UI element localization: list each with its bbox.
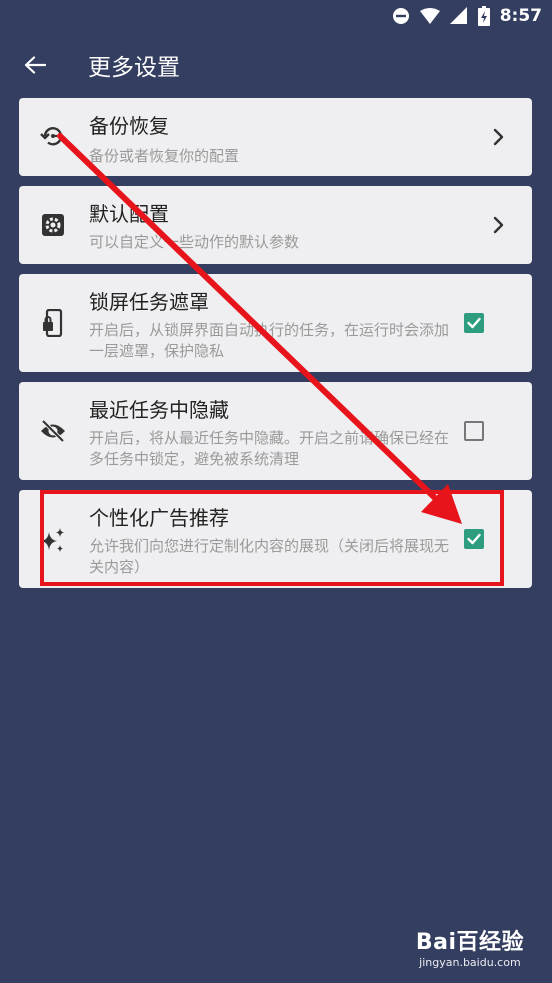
hide-in-recents-checkbox[interactable] — [464, 421, 484, 441]
setting-description: 备份或者恢复你的配置 — [89, 147, 240, 165]
status-bar: 8:57 — [0, 0, 552, 32]
gear-icon — [39, 211, 67, 239]
watermark-url: jingyan.baidu.com — [419, 956, 521, 969]
setting-title: 个性化广告推荐 — [89, 506, 229, 530]
check-icon — [467, 317, 481, 329]
page-title: 更多设置 — [88, 55, 180, 81]
phone-lock-icon — [39, 309, 67, 337]
backup-restore-icon — [39, 122, 67, 150]
do-not-disturb-icon — [392, 8, 409, 24]
status-time: 8:57 — [499, 6, 542, 26]
personalized-ads-checkbox[interactable] — [464, 529, 484, 549]
sparkle-icon — [39, 526, 67, 554]
setting-description: 开启后，将从最近任务中隐藏。开启之前请确保已经在多任务中锁定，避免被系统清理 — [89, 429, 450, 468]
setting-hide-in-recents[interactable]: 最近任务中隐藏 开启后，将从最近任务中隐藏。开启之前请确保已经在多任务中锁定，避… — [19, 382, 532, 480]
app-bar: 更多设置 — [0, 36, 552, 94]
setting-title: 备份恢复 — [89, 114, 169, 138]
setting-description: 允许我们向您进行定制化内容的展现（关闭后将展现无关内容） — [89, 537, 450, 576]
setting-description: 开启后，从锁屏界面自动执行的任务，在运行时会添加一层遮罩，保护隐私 — [89, 321, 450, 360]
signal-icon — [449, 7, 467, 24]
eye-off-icon — [39, 417, 67, 445]
baidu-jingyan-watermark: Bai百经验 jingyan.baidu.com — [416, 924, 524, 969]
chevron-right-icon — [493, 128, 504, 146]
setting-default-config[interactable]: 默认配置 可以自定义一些动作的默认参数 — [19, 186, 532, 264]
arrow-left-icon — [24, 56, 46, 74]
setting-lockscreen-mask[interactable]: 锁屏任务遮罩 开启后，从锁屏界面自动执行的任务，在运行时会添加一层遮罩，保护隐私 — [19, 274, 532, 372]
setting-title: 默认配置 — [89, 202, 169, 226]
setting-title: 锁屏任务遮罩 — [89, 290, 209, 314]
watermark-brand: Bai百经验 — [415, 930, 524, 955]
battery-charging-icon — [477, 6, 490, 26]
lockscreen-mask-checkbox[interactable] — [464, 313, 484, 333]
chevron-right-icon — [493, 216, 504, 234]
setting-backup-restore[interactable]: 备份恢复 备份或者恢复你的配置 — [19, 98, 532, 176]
check-icon — [467, 533, 481, 545]
back-button[interactable] — [0, 36, 70, 94]
setting-description: 可以自定义一些动作的默认参数 — [89, 233, 300, 251]
wifi-icon — [419, 8, 440, 24]
setting-title: 最近任务中隐藏 — [89, 398, 229, 422]
setting-personalized-ads[interactable]: 个性化广告推荐 允许我们向您进行定制化内容的展现（关闭后将展现无关内容） — [19, 490, 532, 588]
